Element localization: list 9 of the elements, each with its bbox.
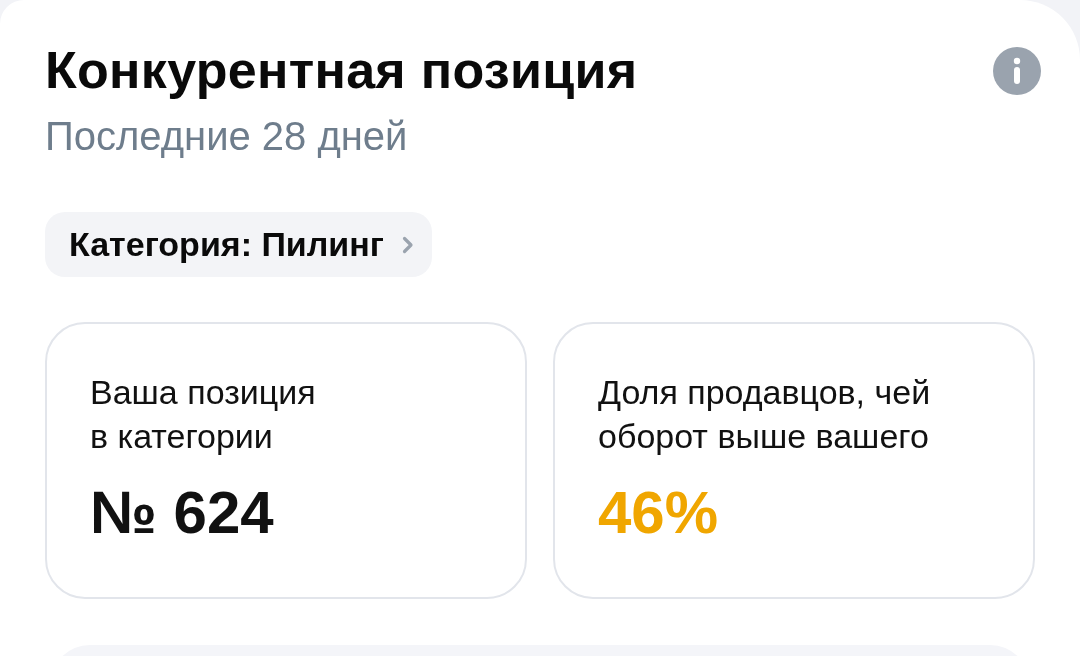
card-title: Конкурентная позиция <box>45 40 638 100</box>
period-subtitle: Последние 28 дней <box>45 113 409 160</box>
stat-label: Доля продавцов, чей оборот выше вашего <box>598 372 932 457</box>
stat-value: № 624 <box>90 480 275 546</box>
stat-value: 46% <box>598 480 720 546</box>
stat-label: Ваша позиция в категории <box>90 372 317 457</box>
chevron-icon <box>401 235 414 254</box>
info-icon[interactable] <box>993 47 1041 95</box>
category-button[interactable]: Категория: Пилинг <box>45 212 432 277</box>
